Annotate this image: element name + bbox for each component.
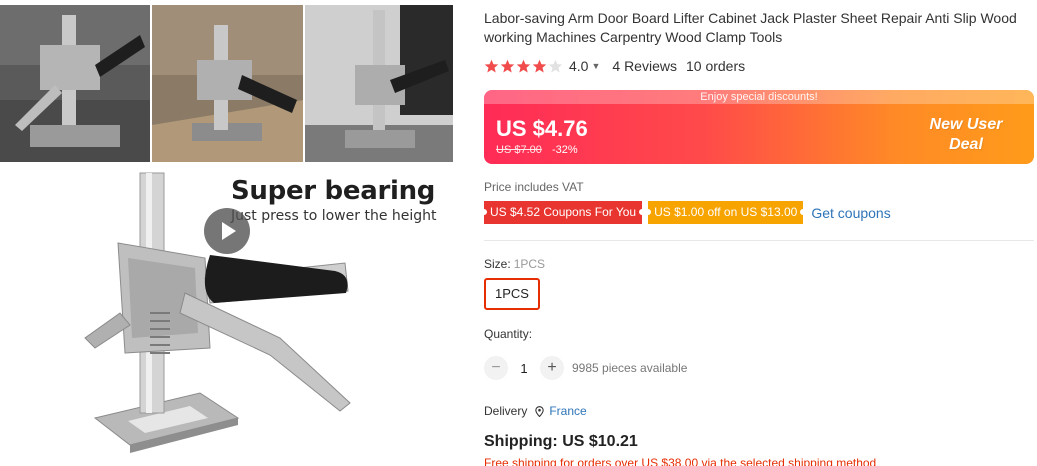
thumbnail-2[interactable] bbox=[152, 5, 303, 162]
quantity-label: Quantity: bbox=[484, 327, 533, 341]
rating-value: 4.0 bbox=[569, 58, 589, 74]
thumbnail-3[interactable] bbox=[305, 5, 453, 162]
size-option-1pcs[interactable]: 1PCS bbox=[484, 278, 540, 310]
vat-note: Price includes VAT bbox=[484, 180, 584, 194]
coupon-badge-2[interactable]: US $1.00 off on US $13.00 bbox=[645, 201, 807, 224]
stock-available: 9985 pieces available bbox=[572, 361, 688, 375]
star-icon bbox=[484, 59, 499, 72]
delivery-label: Delivery bbox=[484, 404, 528, 418]
thumbnail-1[interactable] bbox=[0, 5, 150, 162]
quantity-input[interactable] bbox=[508, 356, 540, 380]
coupon-badge-1[interactable]: US $4.52 Coupons For You bbox=[480, 201, 646, 224]
image-headline: Super bearing bbox=[231, 176, 436, 206]
coupons-row: US $4.52 Coupons For You US $1.00 off on… bbox=[480, 201, 891, 224]
new-user-deal-badge: New User Deal bbox=[916, 115, 1016, 155]
quantity-plus-button[interactable]: + bbox=[540, 356, 564, 380]
star-empty-icon bbox=[548, 59, 563, 72]
delivery-country-link[interactable]: France bbox=[549, 404, 586, 418]
free-shipping-note: Free shipping for orders over US $38.00 … bbox=[484, 456, 877, 466]
divider bbox=[484, 240, 1034, 241]
discount-percent: -32% bbox=[552, 144, 578, 156]
size-selected-value: 1PCS bbox=[513, 257, 546, 271]
rating-row: 4.0 ▼ 4 Reviews 10 orders bbox=[484, 57, 745, 75]
play-video-icon[interactable] bbox=[204, 208, 250, 254]
reviews-link[interactable]: 4 Reviews bbox=[612, 58, 677, 74]
delivery-row: Delivery France bbox=[484, 404, 587, 418]
star-icon bbox=[532, 59, 547, 72]
original-price: US $7.00 bbox=[496, 144, 542, 156]
current-price: US $4.76 bbox=[496, 116, 588, 141]
deal-strip: Enjoy special discounts! bbox=[484, 90, 1034, 104]
deal-banner: Enjoy special discounts! US $4.76 US $7.… bbox=[484, 90, 1034, 164]
shipping-cost: Shipping: US $10.21 bbox=[484, 433, 638, 450]
product-gallery: Super bearing Just press to lower the he… bbox=[0, 0, 453, 466]
quantity-minus-button[interactable]: − bbox=[484, 356, 508, 380]
star-icon bbox=[516, 59, 531, 72]
product-title: Labor-saving Arm Door Board Lifter Cabin… bbox=[484, 10, 1017, 45]
badge-line-1: New User bbox=[929, 116, 1003, 133]
chevron-down-icon[interactable]: ▼ bbox=[591, 61, 600, 71]
image-subline: Just press to lower the height bbox=[231, 208, 437, 224]
size-label-text: Size: bbox=[484, 257, 511, 271]
quantity-stepper: − + 9985 pieces available bbox=[484, 356, 687, 380]
size-label: Size: 1PCS bbox=[484, 257, 545, 271]
get-coupons-link[interactable]: Get coupons bbox=[811, 205, 890, 221]
location-pin-icon bbox=[535, 405, 545, 417]
orders-count: 10 orders bbox=[685, 58, 746, 74]
badge-line-2: Deal bbox=[949, 136, 983, 153]
star-icon bbox=[500, 59, 515, 72]
rating-stars[interactable] bbox=[484, 59, 563, 74]
